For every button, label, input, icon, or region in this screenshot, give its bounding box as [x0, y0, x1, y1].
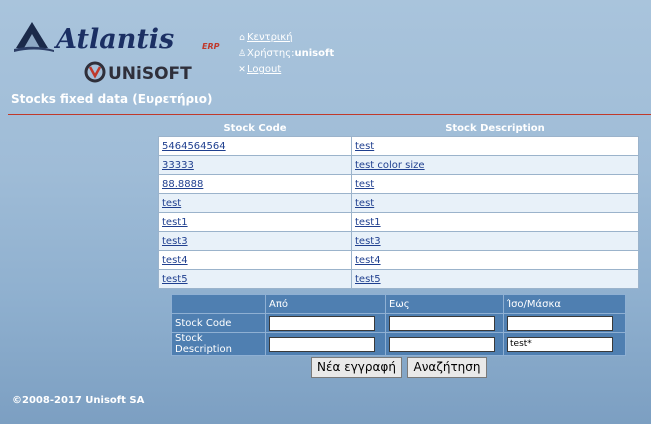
results-header-row: Stock Code Stock Description [159, 121, 639, 137]
stock-description-link[interactable]: test color size [355, 160, 425, 171]
column-header-stock-description[interactable]: Stock Description [352, 121, 639, 137]
page-title: Stocks fixed data (Ευρετήριο) [11, 92, 213, 106]
stock-code-link[interactable]: test4 [162, 255, 188, 266]
table-row: test1 test1 [158, 212, 639, 232]
table-row: 5464564564 test [158, 136, 639, 156]
stock-code-equal-input[interactable] [507, 315, 613, 331]
vendor-name: UNiSOFT [108, 64, 192, 84]
stock-code-link[interactable]: 33333 [162, 160, 194, 171]
column-header-stock-code[interactable]: Stock Code [159, 121, 352, 137]
new-record-button[interactable]: Νέα εγγραφή [311, 357, 402, 378]
user-icon: ♙ [237, 49, 247, 59]
user-name: unisoft [294, 48, 335, 59]
home-icon: ⌂ [239, 33, 245, 43]
stock-description-link[interactable]: test3 [355, 236, 381, 247]
results-table: Stock Code Stock Description 5464564564 … [158, 121, 639, 289]
filter-label-stock-description: Stock Description [171, 332, 266, 356]
nav-logout: ✕Logout [237, 62, 334, 78]
filter-row-stock-description: Stock Description [171, 332, 626, 356]
home-link[interactable]: Κεντρική [247, 32, 293, 43]
unisoft-emblem-icon [84, 61, 106, 83]
filter-row-stock-code: Stock Code [171, 313, 626, 333]
stock-description-link[interactable]: test1 [355, 217, 381, 228]
table-row: test4 test4 [158, 250, 639, 270]
atlantis-erp-logo: Atlantis ERP UNiSOFT [14, 14, 229, 86]
stock-description-equal-input[interactable] [507, 336, 613, 352]
atlantis-emblem-icon [14, 22, 54, 52]
search-filter-table: Από Εως Ίσο/Μάσκα Stock Code Stock Descr… [171, 294, 626, 356]
filter-header-row: Από Εως Ίσο/Μάσκα [171, 294, 626, 314]
stock-code-link[interactable]: test3 [162, 236, 188, 247]
search-button[interactable]: Αναζήτηση [407, 357, 487, 378]
filter-label-stock-code: Stock Code [171, 313, 266, 333]
stock-description-link[interactable]: test [355, 141, 374, 152]
filter-corner-cell [171, 294, 266, 314]
nav-home: ⌂ Κεντρική [237, 30, 334, 46]
stock-description-link[interactable]: test [355, 198, 374, 209]
stock-code-to-input[interactable] [389, 315, 495, 331]
stock-description-link[interactable]: test [355, 179, 374, 190]
stock-code-link[interactable]: test5 [162, 274, 188, 285]
copyright-footer: ©2008-2017 Unisoft SA [12, 395, 145, 406]
stock-code-link[interactable]: 5464564564 [162, 141, 226, 152]
table-row: 33333 test color size [158, 155, 639, 175]
table-row: test5 test5 [158, 269, 639, 289]
close-icon: ✕ [238, 65, 246, 75]
filter-header-equal: Ίσο/Μάσκα [503, 294, 626, 314]
filter-header-to: Εως [385, 294, 504, 314]
stock-description-link[interactable]: test4 [355, 255, 381, 266]
stock-code-from-input[interactable] [269, 315, 375, 331]
stock-code-link[interactable]: test [162, 198, 181, 209]
nav-user: ♙Χρήστης:unisoft [237, 46, 334, 62]
table-row: 88.8888 test [158, 174, 639, 194]
stock-description-from-input[interactable] [269, 336, 375, 352]
brand-suffix: ERP [202, 42, 220, 51]
brand-name: Atlantis [53, 24, 174, 55]
user-prefix: Χρήστης: [247, 48, 295, 59]
top-nav: ⌂ Κεντρική ♙Χρήστης:unisoft ✕Logout [237, 30, 334, 78]
stock-code-link[interactable]: 88.8888 [162, 179, 203, 190]
table-row: test test [158, 193, 639, 213]
stock-description-to-input[interactable] [389, 336, 495, 352]
table-row: test3 test3 [158, 231, 639, 251]
stock-code-link[interactable]: test1 [162, 217, 188, 228]
filter-header-from: Από [265, 294, 386, 314]
title-divider [8, 114, 651, 115]
logout-link[interactable]: Logout [247, 64, 281, 75]
stock-description-link[interactable]: test5 [355, 274, 381, 285]
